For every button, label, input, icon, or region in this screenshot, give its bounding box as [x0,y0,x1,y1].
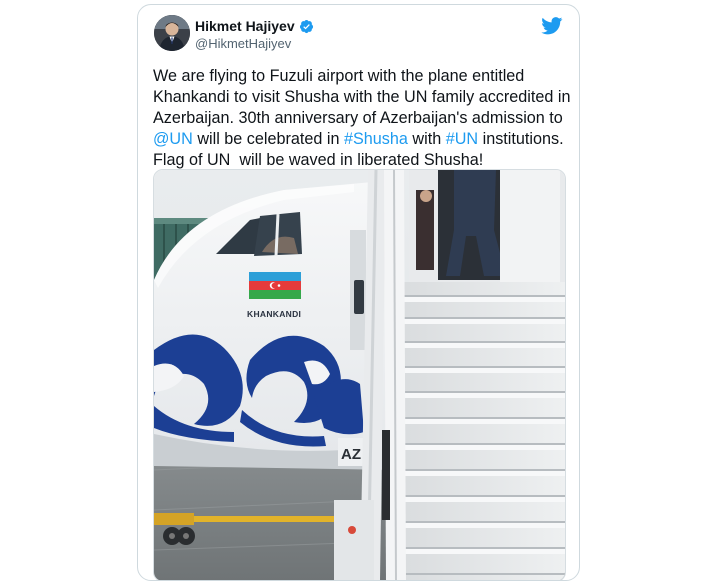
azerbaijan-flag [249,272,301,299]
verified-badge-icon [299,19,314,34]
tweet-text-segment: We are flying to Fuzuli airport with the… [153,67,575,127]
twitter-bird-icon[interactable] [541,17,563,35]
tweet-card[interactable]: Hikmet Hajiyev @HikmetHajiyev We are fly… [137,4,580,581]
mention-link-un[interactable]: @UN [153,130,193,148]
tweet-text: We are flying to Fuzuli airport with the… [153,66,571,171]
cabin-door [409,170,565,290]
hashtag-link-un[interactable]: #UN [446,130,478,148]
aircraft-name-label: KHANKANDI [247,309,301,319]
hashtag-link-shusha[interactable]: #Shusha [344,130,408,148]
author-avatar[interactable] [154,15,190,51]
author-name-row[interactable]: Hikmet Hajiyev [195,18,314,34]
tweet-text-segment: will be celebrated in [192,130,344,148]
tweet-photo[interactable]: AZ KHANKANDI [153,169,566,580]
aircraft-registration: AZ [341,446,361,463]
tweet-text-segment: with [407,130,446,148]
author-handle[interactable]: @HikmetHajiyev [195,36,291,51]
author-name[interactable]: Hikmet Hajiyev [195,18,295,34]
